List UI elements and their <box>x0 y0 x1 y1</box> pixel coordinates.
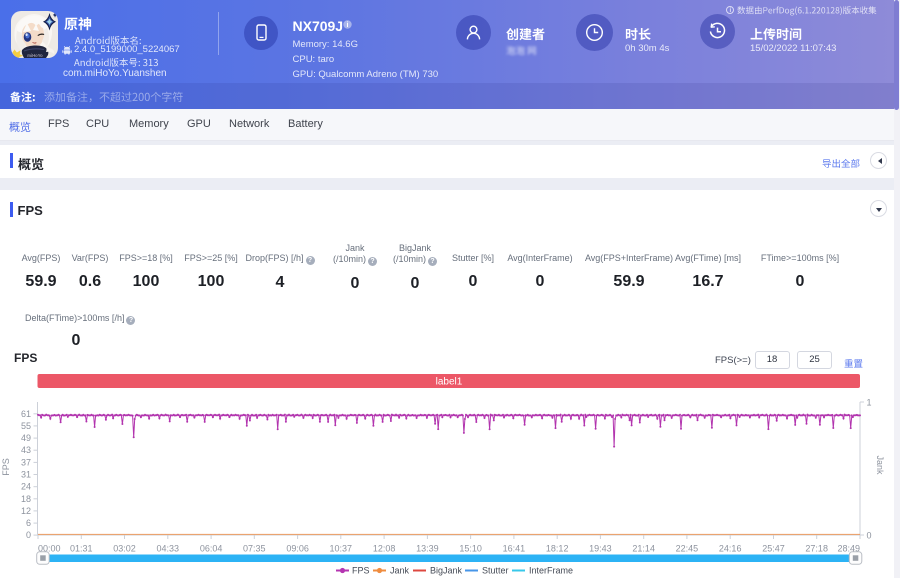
svg-text:24:16: 24:16 <box>719 544 742 554</box>
svg-text:10:37: 10:37 <box>330 544 353 554</box>
svg-text:FPS: FPS <box>352 566 370 576</box>
svg-text:22:45: 22:45 <box>676 544 699 554</box>
svg-text:label1: label1 <box>436 377 463 388</box>
svg-text:43: 43 <box>21 445 31 455</box>
svg-text:04:33: 04:33 <box>157 544 180 554</box>
svg-text:Jank: Jank <box>875 455 885 475</box>
svg-text:i: i <box>347 22 349 29</box>
svg-text:0: 0 <box>26 530 31 540</box>
svg-text:1: 1 <box>867 398 872 408</box>
svg-text:18: 18 <box>21 494 31 504</box>
svg-text:06:04: 06:04 <box>200 544 223 554</box>
svg-text:InterFrame: InterFrame <box>529 566 573 576</box>
svg-text:37: 37 <box>21 457 31 467</box>
svg-text:miHoYo: miHoYo <box>27 53 43 58</box>
svg-text:6: 6 <box>26 518 31 528</box>
svg-text:21:14: 21:14 <box>632 544 655 554</box>
svg-text:24: 24 <box>21 482 31 492</box>
svg-text:27:18: 27:18 <box>805 544 828 554</box>
svg-text:BigJank: BigJank <box>430 566 463 576</box>
svg-text:07:35: 07:35 <box>243 544 266 554</box>
svg-text:15:10: 15:10 <box>459 544 482 554</box>
svg-text:16:41: 16:41 <box>503 544 526 554</box>
svg-text:0: 0 <box>867 531 872 541</box>
svg-text:49: 49 <box>21 433 31 443</box>
svg-text:01:31: 01:31 <box>70 544 93 554</box>
svg-text:55: 55 <box>21 421 31 431</box>
svg-text:25:47: 25:47 <box>762 544 785 554</box>
svg-text:18:12: 18:12 <box>546 544 569 554</box>
svg-text:13:39: 13:39 <box>416 544 439 554</box>
svg-text:09:06: 09:06 <box>286 544 309 554</box>
svg-text:61: 61 <box>21 409 31 419</box>
svg-text:19:43: 19:43 <box>589 544 612 554</box>
svg-text:12:08: 12:08 <box>373 544 396 554</box>
svg-text:FPS: FPS <box>1 458 11 476</box>
svg-text:03:02: 03:02 <box>113 544 136 554</box>
svg-text:Stutter: Stutter <box>482 566 509 576</box>
svg-text:31: 31 <box>21 470 31 480</box>
svg-text:Jank: Jank <box>390 566 410 576</box>
svg-text:12: 12 <box>21 506 31 516</box>
